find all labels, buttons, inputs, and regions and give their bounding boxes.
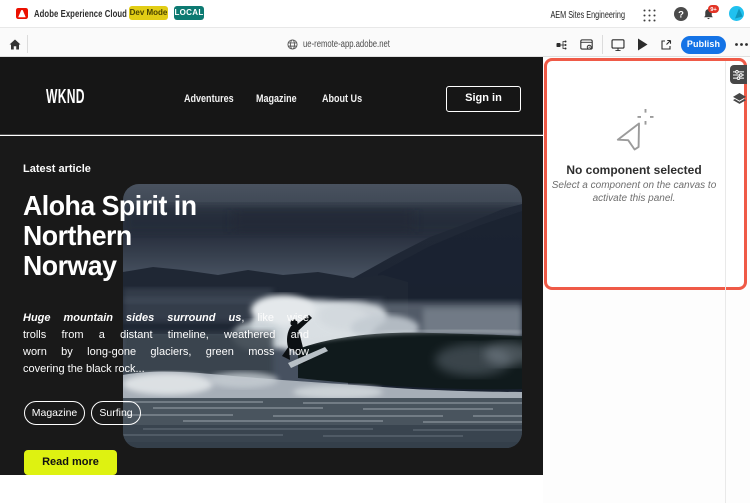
svg-text:?: ? [678,9,684,20]
svg-text:9+: 9+ [710,7,717,13]
